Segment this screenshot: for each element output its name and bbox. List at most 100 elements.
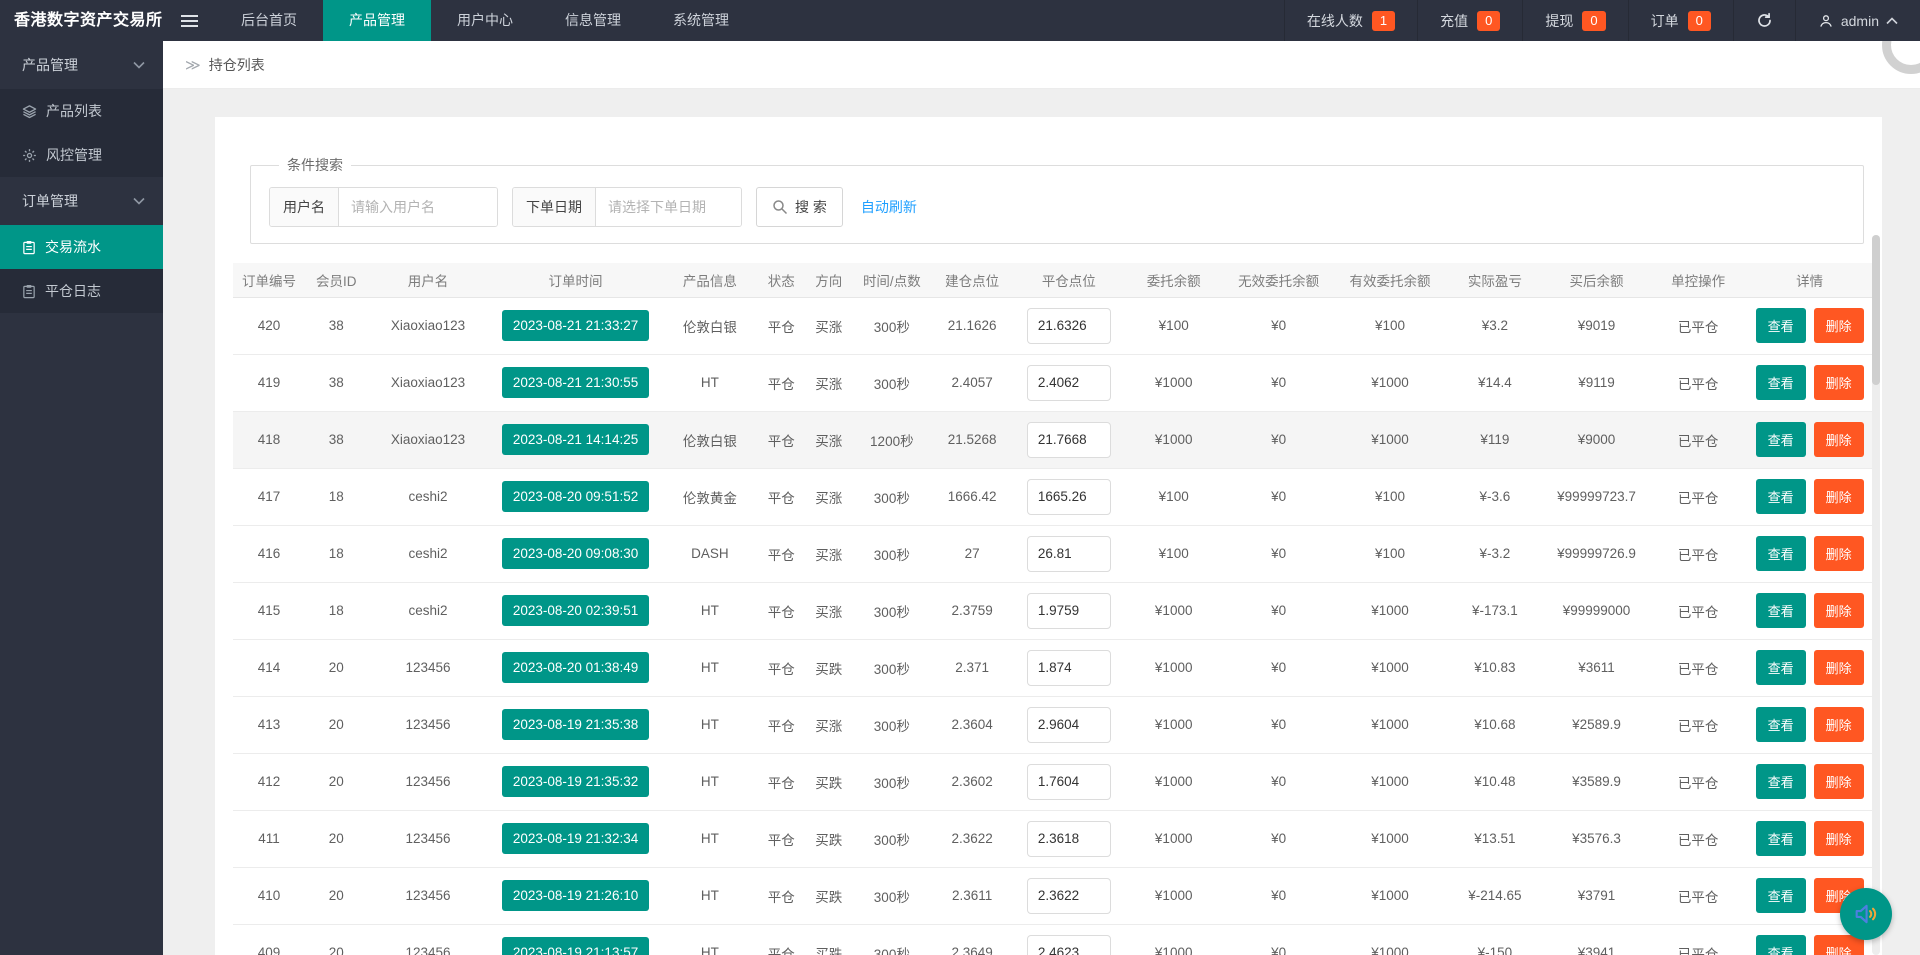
admin-menu[interactable]: admin <box>1794 0 1920 41</box>
view-button[interactable]: 查看 <box>1755 650 1806 685</box>
control-status: 已平仓 <box>1648 696 1748 754</box>
order-time-button[interactable]: 2023-08-21 21:33:27 <box>501 310 650 341</box>
order-time-button[interactable]: 2023-08-21 14:14:25 <box>501 424 650 455</box>
view-button[interactable]: 查看 <box>1755 422 1806 457</box>
status: 平仓 <box>757 297 805 355</box>
delete-button[interactable]: 删除 <box>1813 593 1864 628</box>
view-button[interactable]: 查看 <box>1755 308 1806 343</box>
close-price-input[interactable] <box>1026 535 1111 572</box>
vertical-scrollbar[interactable] <box>1872 235 1880 955</box>
after-balance: ¥9000 <box>1544 411 1649 469</box>
actual-profit: ¥-150 <box>1445 924 1545 955</box>
delete-button[interactable]: 删除 <box>1813 365 1864 400</box>
delete-button[interactable]: 删除 <box>1813 308 1864 343</box>
username: 123456 <box>367 867 489 925</box>
delete-button[interactable]: 删除 <box>1813 764 1864 799</box>
sidebar-item-risk-management[interactable]: 风控管理 <box>0 133 163 177</box>
order-time-button[interactable]: 2023-08-19 21:35:38 <box>501 709 650 740</box>
count-badge: 1 <box>1371 10 1396 31</box>
close-price-input[interactable] <box>1026 763 1111 800</box>
close-price-input[interactable] <box>1026 478 1111 515</box>
speaker-icon <box>1855 904 1877 924</box>
close-price-input[interactable] <box>1026 820 1111 857</box>
view-button[interactable]: 查看 <box>1755 365 1806 400</box>
auto-refresh-link[interactable]: 自动刷新 <box>861 197 917 217</box>
admin-name: admin <box>1840 12 1879 29</box>
nav-dashboard[interactable]: 后台首页 <box>215 0 323 41</box>
view-button[interactable]: 查看 <box>1755 707 1806 742</box>
delete-button[interactable]: 删除 <box>1813 536 1864 571</box>
order-time-button[interactable]: 2023-08-19 21:26:10 <box>501 880 650 911</box>
close-price-input[interactable] <box>1026 364 1111 401</box>
username: 123456 <box>367 753 489 811</box>
nav-system[interactable]: 系统管理 <box>647 0 755 41</box>
order-time-button[interactable]: 2023-08-19 21:35:32 <box>501 766 650 797</box>
delete-button[interactable]: 删除 <box>1813 650 1864 685</box>
status: 平仓 <box>757 810 805 868</box>
delete-button[interactable]: 删除 <box>1813 479 1864 514</box>
actual-profit: ¥10.48 <box>1445 753 1545 811</box>
close-price-input[interactable] <box>1026 307 1111 344</box>
nav-information[interactable]: 信息管理 <box>539 0 647 41</box>
status: 平仓 <box>757 639 805 697</box>
delete-button[interactable]: 删除 <box>1813 707 1864 742</box>
view-button[interactable]: 查看 <box>1755 935 1806 955</box>
hamburger-icon[interactable] <box>163 0 215 41</box>
stat-withdraw[interactable]: 提现 0 <box>1522 0 1627 41</box>
search-button[interactable]: 搜 索 <box>756 187 843 227</box>
sound-fab-button[interactable] <box>1840 888 1892 940</box>
delete-button[interactable]: 删除 <box>1813 821 1864 856</box>
valid-entrust-balance: ¥1000 <box>1334 354 1446 412</box>
sidebar-item-product-management[interactable]: 产品管理 <box>0 41 163 89</box>
close-price-input[interactable] <box>1026 877 1111 914</box>
scrollbar-thumb[interactable] <box>1872 235 1880 385</box>
close-price-input[interactable] <box>1026 649 1111 686</box>
view-button[interactable]: 查看 <box>1755 593 1806 628</box>
view-button[interactable]: 查看 <box>1755 479 1806 514</box>
after-balance: ¥3589.9 <box>1544 753 1649 811</box>
sidebar-item-close-position-log[interactable]: 平仓日志 <box>0 269 163 313</box>
delete-button[interactable]: 删除 <box>1813 422 1864 457</box>
open-price: 2.371 <box>931 639 1014 697</box>
stat-online-users[interactable]: 在线人数 1 <box>1283 0 1417 41</box>
member-id: 20 <box>305 639 368 697</box>
entrust-balance: ¥100 <box>1124 297 1223 355</box>
close-price-input[interactable] <box>1026 592 1111 629</box>
member-id: 20 <box>305 810 368 868</box>
username-label: 用户名 <box>270 188 339 226</box>
close-price-input[interactable] <box>1026 421 1111 458</box>
sidebar-item-order-management[interactable]: 订单管理 <box>0 177 163 225</box>
order-time-button[interactable]: 2023-08-19 21:13:57 <box>501 937 650 955</box>
after-balance: ¥3611 <box>1544 639 1649 697</box>
view-button[interactable]: 查看 <box>1755 878 1806 913</box>
close-price-input[interactable] <box>1026 706 1111 743</box>
sidebar-item-product-list[interactable]: 产品列表 <box>0 89 163 133</box>
stat-recharge[interactable]: 充值 0 <box>1417 0 1522 41</box>
view-button[interactable]: 查看 <box>1755 821 1806 856</box>
nav-products[interactable]: 产品管理 <box>323 0 431 41</box>
username-input[interactable] <box>339 188 497 226</box>
entrust-balance: ¥1000 <box>1124 867 1223 925</box>
order-time-button[interactable]: 2023-08-20 01:38:49 <box>501 652 650 683</box>
order-id: 417 <box>233 468 306 526</box>
order-time-button[interactable]: 2023-08-20 09:51:52 <box>501 481 650 512</box>
open-price: 2.4057 <box>931 354 1014 412</box>
count-badge: 0 <box>1687 10 1711 31</box>
order-time-button[interactable]: 2023-08-20 09:08:30 <box>501 538 650 569</box>
table-row: 420 38 Xiaoxiao123 2023-08-21 21:33:27 伦… <box>233 297 1872 355</box>
order-time-button[interactable]: 2023-08-20 02:39:51 <box>501 595 650 626</box>
order-date-input[interactable] <box>596 188 741 226</box>
sidebar-item-trade-flow[interactable]: 交易流水 <box>0 225 163 269</box>
nav-user-center[interactable]: 用户中心 <box>431 0 539 41</box>
actual-profit: ¥14.4 <box>1445 354 1545 412</box>
order-time-button[interactable]: 2023-08-19 21:32:34 <box>501 823 650 854</box>
gear-icon <box>23 148 36 162</box>
chevron-up-icon <box>1886 16 1898 24</box>
stat-orders[interactable]: 订单 0 <box>1627 0 1733 41</box>
view-button[interactable]: 查看 <box>1755 764 1806 799</box>
close-price-input[interactable] <box>1026 934 1111 955</box>
view-button[interactable]: 查看 <box>1755 536 1806 571</box>
breadcrumb-chevrons-icon: ≫ <box>185 56 201 74</box>
refresh-button[interactable] <box>1732 0 1795 41</box>
order-time-button[interactable]: 2023-08-21 21:30:55 <box>501 367 650 398</box>
